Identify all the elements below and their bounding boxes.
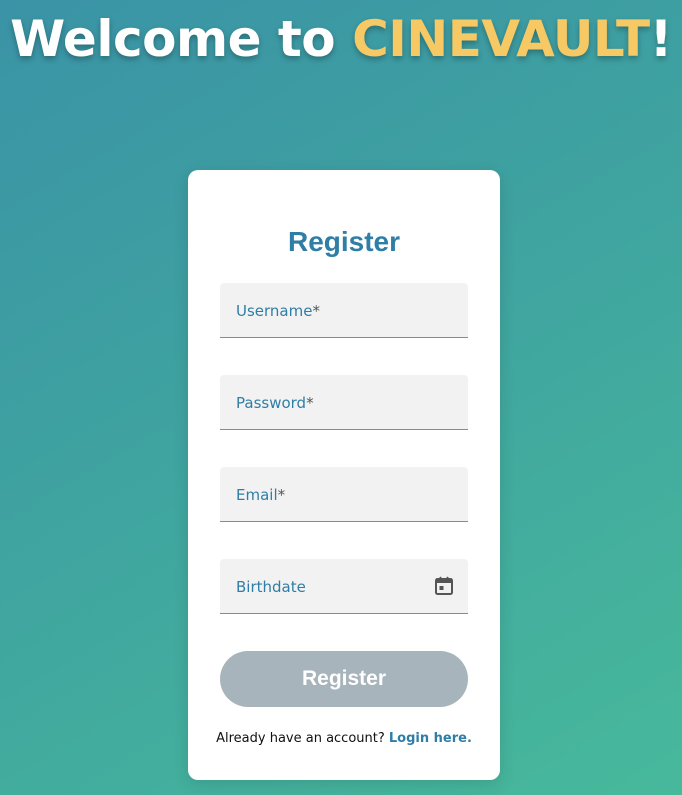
birthdate-label: Birthdate <box>236 578 306 596</box>
email-field[interactable]: Email* <box>220 467 468 522</box>
login-prompt-text: Already have an account? <box>216 731 389 746</box>
password-required-marker: * <box>306 394 314 412</box>
brand-name: CINEVAULT <box>352 10 650 68</box>
email-label: Email* <box>236 486 285 504</box>
register-card: Register Username* Password* Email* Birt… <box>188 170 500 780</box>
welcome-heading: Welcome to CINEVAULT! <box>0 6 682 72</box>
register-button[interactable]: Register <box>220 651 468 707</box>
username-label: Username* <box>236 302 320 320</box>
username-label-text: Username <box>236 302 313 320</box>
welcome-suffix: ! <box>649 10 673 68</box>
username-required-marker: * <box>312 302 320 320</box>
email-label-text: Email <box>236 486 278 504</box>
birthdate-label-text: Birthdate <box>236 578 306 596</box>
login-prompt: Already have an account? Login here. <box>188 731 500 747</box>
email-required-marker: * <box>277 486 286 504</box>
password-label: Password* <box>236 394 314 412</box>
login-link[interactable]: Login here. <box>389 731 472 746</box>
password-label-text: Password <box>236 394 307 412</box>
username-field[interactable]: Username* <box>220 283 468 338</box>
welcome-prefix: Welcome to <box>10 10 353 68</box>
calendar-icon[interactable] <box>434 576 454 596</box>
register-title: Register <box>287 226 401 257</box>
birthdate-field[interactable]: Birthdate <box>220 559 468 614</box>
password-field[interactable]: Password* <box>220 375 468 430</box>
